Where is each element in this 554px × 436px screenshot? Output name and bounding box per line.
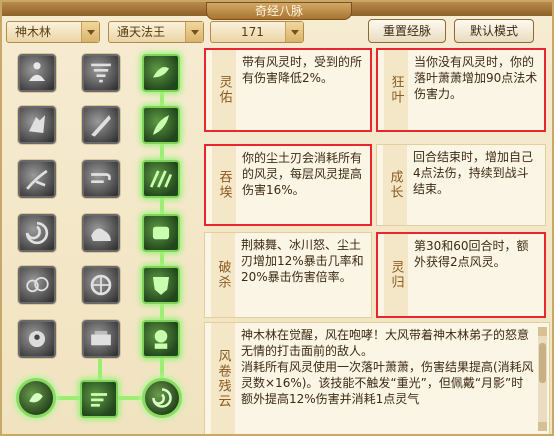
figure-skill-icon[interactable] — [18, 320, 56, 358]
jingmai-window: { "window": { "title": "奇经八脉" }, "filter… — [0, 0, 554, 436]
fengjuan-desc-block: 神木林在觉醒，风在咆哮！大风带着神木林弟子的怒意无情的打击面前的敌人。 消耗所有… — [241, 327, 535, 407]
school-select-value: 神木林 — [15, 25, 52, 39]
fist-skill-icon[interactable] — [142, 214, 180, 252]
lingyou-card: 灵佑 带有风灵时，受到的所有伤害降低2%。 — [204, 48, 372, 132]
lingyou-label: 灵佑 — [212, 50, 236, 130]
lingyou-skill-icon[interactable] — [142, 54, 180, 92]
tuncai-skill-icon[interactable] — [142, 160, 180, 198]
level-select[interactable]: 171 — [210, 21, 304, 43]
linggui-card: 灵归 第30和60回合时，额外获得2点风灵。 — [376, 232, 546, 318]
scroll-thumb[interactable] — [539, 343, 546, 383]
linggui-label: 灵归 — [384, 234, 408, 316]
kuangye-label: 狂叶 — [384, 50, 408, 130]
spirit-skill-icon[interactable] — [142, 320, 180, 358]
chengzhang-desc: 回合结束时，增加自己4点法伤，持续到战斗结束。 — [413, 150, 534, 196]
lingyou-desc: 带有风灵时，受到的所有伤害降低2%。 — [242, 55, 363, 85]
school-select[interactable]: 神木林 — [6, 21, 100, 43]
fengjuan-desc: 神木林在觉醒，风在咆哮！大风带着神木林弟子的怒意无情的打击面前的敌人。 — [241, 328, 530, 358]
scrollbar[interactable] — [538, 327, 547, 431]
wheel-skill-icon[interactable] — [82, 266, 120, 304]
tornado-skill-icon[interactable] — [82, 54, 120, 92]
hand-wave-skill-icon[interactable] — [82, 214, 120, 252]
tuncai-label: 吞埃 — [212, 146, 236, 224]
fengjuan-label: 风卷残云 — [211, 323, 235, 434]
level-select-value: 171 — [241, 25, 264, 39]
bottom-node-center-icon[interactable] — [80, 380, 118, 418]
bottom-node-left-icon[interactable] — [16, 378, 56, 418]
reset-meridian-button[interactable]: 重置经脉 — [368, 19, 446, 43]
blade-skill-icon[interactable] — [82, 106, 120, 144]
linggui-desc: 第30和60回合时，额外获得2点风灵。 — [414, 239, 529, 269]
fengjuan-card: 风卷残云 神木林在觉醒，风在咆哮！大风带着神木林弟子的怒意无情的打击面前的敌人。… — [204, 322, 550, 434]
fengjuan-extra: 消耗所有风灵使用一次落叶萧萧，伤害结果提高(消耗风灵数×16%)。该技能不触发“… — [241, 360, 534, 406]
meditate-skill-icon[interactable] — [18, 54, 56, 92]
window-title: 奇经八脉 — [206, 2, 352, 20]
kuangye-desc: 当你没有风灵时，你的落叶萧萧增加90点法术伤害力。 — [414, 55, 538, 101]
cloud-skill-icon[interactable] — [18, 266, 56, 304]
style-select-value: 通天法王 — [117, 25, 166, 39]
bottom-node-right-icon[interactable] — [142, 378, 182, 418]
whirl-skill-icon[interactable] — [18, 214, 56, 252]
default-mode-button[interactable]: 默认模式 — [454, 19, 534, 43]
book-skill-icon[interactable] — [82, 320, 120, 358]
kuangye-card: 狂叶 当你没有风灵时，你的落叶萧萧增加90点法术伤害力。 — [376, 48, 546, 132]
chengzhang-label: 成长 — [383, 145, 407, 225]
tuncai-card: 吞埃 你的尘土刃会消耗所有的风灵，每层风灵提高伤害16%。 — [204, 144, 372, 226]
chevron-down-icon[interactable] — [185, 22, 203, 42]
wind-skill-icon[interactable] — [82, 160, 120, 198]
chevron-down-icon[interactable] — [285, 22, 303, 42]
posha-card: 破杀 荆棘舞、冰川怒、尘土刃增加12%暴击几率和20%暴击伤害倍率。 — [204, 232, 372, 318]
hand-skill-icon[interactable] — [18, 106, 56, 144]
chevron-down-icon[interactable] — [81, 22, 99, 42]
scroll-down-icon[interactable] — [538, 422, 547, 431]
scroll-up-icon[interactable] — [538, 327, 547, 336]
leaf-skill-icon[interactable] — [142, 106, 180, 144]
posha-desc: 荆棘舞、冰川怒、尘土刃增加12%暴击几率和20%暴击伤害倍率。 — [241, 238, 364, 284]
style-select[interactable]: 通天法王 — [108, 21, 204, 43]
branch-skill-icon[interactable] — [18, 160, 56, 198]
tuncai-desc: 你的尘土刃会消耗所有的风灵，每层风灵提高伤害16%。 — [242, 151, 363, 197]
posha-label: 破杀 — [211, 233, 235, 317]
shield-skill-icon[interactable] — [142, 266, 180, 304]
chengzhang-card: 成长 回合结束时，增加自己4点法伤，持续到战斗结束。 — [376, 144, 546, 226]
